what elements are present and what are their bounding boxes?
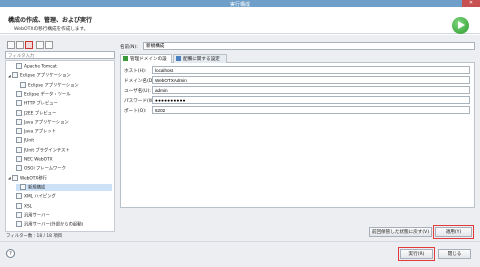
- tab-deploy-label: 配備に関する設定: [183, 57, 220, 62]
- tree-item[interactable]: Java アプレット: [12, 128, 112, 135]
- config-icon: [20, 183, 26, 190]
- host-label: ホスト(H):: [124, 69, 147, 74]
- tree-item[interactable]: XSL: [12, 202, 112, 210]
- revert-button[interactable]: 前回保管した状態に戻す(V): [369, 227, 432, 237]
- tree-item[interactable]: JUnit プラグインテスト: [12, 146, 112, 154]
- collapse-all-icon[interactable]: [36, 41, 44, 49]
- eclipse-icon: [12, 72, 18, 79]
- tree-item[interactable]: ◢ WebOTX移行: [8, 174, 112, 182]
- tree-item-label: 新規構成: [28, 185, 46, 191]
- server-icon: [16, 221, 22, 228]
- deploy-icon: [176, 56, 181, 61]
- tab-admin-domain[interactable]: 管理ドメインの設定: [120, 54, 172, 71]
- domain-name-input[interactable]: [152, 76, 470, 84]
- tree-item[interactable]: 汎用サーバー(外部からの起動): [12, 221, 112, 228]
- tree-item-label: OSGi フレームワーク: [24, 166, 66, 172]
- tree-item[interactable]: Eclipse データ・ツール: [12, 90, 112, 98]
- window-titlebar: 実行構成 ✕: [0, 0, 480, 8]
- tree-item[interactable]: Eclipse アプリケーション: [16, 81, 112, 89]
- filter-count: フィルター数 : 18 / 18 項目: [6, 234, 63, 239]
- tree-item-label: Java アプレット: [24, 129, 56, 135]
- tree-item[interactable]: JUnit: [12, 137, 112, 144]
- tree-item-label: Apache Tomcat: [24, 64, 57, 70]
- dialog-header: 構成の作成、管理、および実行 WebOTXの移行構成を作成します。: [0, 7, 480, 34]
- tree-item-label: XSL: [24, 204, 33, 209]
- config-tree: Apache Tomcat ◢ Eclipse アプリケーション Eclipse アプ…: [5, 60, 115, 232]
- run-button[interactable]: 実行(R): [398, 247, 435, 261]
- domain-icon: [123, 56, 128, 61]
- help-icon[interactable]: ?: [6, 249, 15, 258]
- tree-item[interactable]: OSGi フレームワーク: [12, 165, 112, 172]
- tab-deploy[interactable]: 配備に関する設定: [173, 54, 227, 63]
- junit-plugin-icon: [16, 146, 22, 153]
- tree-item[interactable]: ◢ Eclipse アプリケーション: [8, 72, 112, 79]
- tree-item[interactable]: Apache Tomcat: [12, 63, 112, 70]
- tree-item[interactable]: 汎用サーバー: [12, 211, 112, 219]
- server-icon: [16, 211, 22, 218]
- tree-item[interactable]: J2EE プレビュー: [12, 109, 112, 117]
- server-icon: [16, 63, 22, 69]
- tree-item-label: WebOTX移行: [20, 176, 47, 182]
- delete-icon[interactable]: [25, 41, 33, 49]
- tree-item-label: XML ハイピング: [24, 194, 56, 200]
- tree-item-label: 汎用サーバー: [24, 213, 50, 219]
- tree-item-label: HTTP プレビュー: [24, 101, 58, 107]
- launch-config-toolbar: [5, 40, 115, 49]
- xml-icon: [16, 193, 22, 200]
- new-config-icon[interactable]: [7, 41, 15, 49]
- name-input[interactable]: [143, 42, 475, 50]
- xsl-icon: [16, 202, 22, 209]
- webotx-icon: [12, 174, 18, 181]
- junit-icon: [16, 137, 22, 144]
- name-label: 名前(N):: [120, 45, 138, 50]
- tree-item[interactable]: XML ハイピング: [12, 193, 112, 200]
- tree-item[interactable]: Java アプリケーション: [12, 118, 112, 126]
- settings-panel: ホスト(H): ドメイン名(D): ユーザ名(U): パスワード(W): ポート…: [120, 63, 475, 208]
- tree-item-label: 汎用サーバー(外部からの起動): [24, 222, 84, 228]
- dialog-subtitle: WebOTXの移行構成を作成します。: [14, 27, 89, 32]
- eclipse-icon: [20, 81, 26, 88]
- port-input[interactable]: [152, 106, 470, 114]
- tree-item-label: Eclipse アプリケーション: [28, 83, 79, 89]
- tree-item[interactable]: NEC WebOTX: [12, 156, 112, 163]
- filter-input[interactable]: [5, 51, 115, 59]
- j2ee-icon: [16, 109, 22, 116]
- tree-item-label: Eclipse アプリケーション: [20, 73, 71, 79]
- dialog-title: 構成の作成、管理、および実行: [8, 17, 93, 24]
- data-tools-icon: [16, 90, 22, 97]
- java-applet-icon: [16, 128, 22, 135]
- tree-item-label: J2EE プレビュー: [24, 111, 57, 116]
- domain-name-label: ドメイン名(D):: [124, 79, 156, 84]
- apply-button[interactable]: 適用(Y): [433, 225, 474, 239]
- tree-item[interactable]: 新規構成: [16, 183, 112, 191]
- run-logo-icon: [452, 17, 469, 34]
- config-tabs: 管理ドメインの設定 配備に関する設定: [120, 54, 475, 71]
- tree-item-label: Java アプリケーション: [24, 120, 69, 126]
- nec-icon: [16, 156, 22, 162]
- osgi-icon: [16, 165, 22, 172]
- tree-item-label: Eclipse データ・ツール: [24, 92, 71, 98]
- close-button[interactable]: 閉じる: [438, 249, 471, 259]
- username-input[interactable]: [152, 86, 470, 94]
- username-label: ユーザ名(U):: [124, 89, 151, 94]
- tree-item-label: NEC WebOTX: [24, 157, 53, 163]
- duplicate-icon[interactable]: [16, 41, 24, 49]
- java-app-icon: [16, 118, 22, 125]
- port-label: ポート(O):: [124, 109, 147, 114]
- host-input[interactable]: [152, 66, 470, 74]
- tree-item-label: JUnit: [24, 138, 35, 144]
- tree-item[interactable]: HTTP プレビュー: [12, 100, 112, 107]
- close-window-button[interactable]: ✕: [462, 0, 480, 7]
- filter-icon[interactable]: [45, 41, 53, 49]
- http-icon: [16, 100, 22, 107]
- password-input[interactable]: [152, 96, 470, 104]
- tree-item-label: JUnit プラグインテスト: [24, 148, 70, 154]
